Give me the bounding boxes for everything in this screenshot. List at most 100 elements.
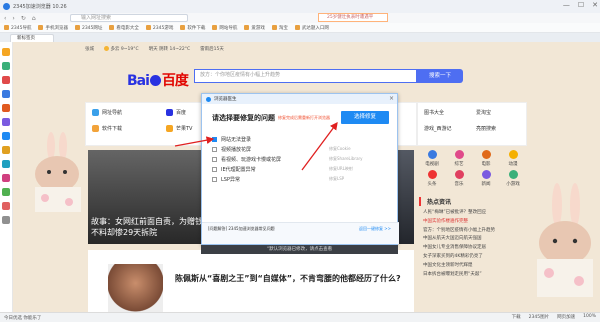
translate-icon[interactable] [2, 160, 10, 168]
refresh-icon[interactable]: ↻ [21, 15, 26, 22]
checkbox-checked[interactable] [212, 136, 217, 142]
status-zoom[interactable]: 100% [583, 314, 596, 320]
bookmark-icon [38, 25, 44, 30]
nav-site-icon [92, 109, 99, 116]
right-nav-item[interactable]: 爱淘宝 [476, 109, 491, 116]
music-icon[interactable] [2, 174, 10, 182]
right-nav-item[interactable]: 图书大全 [424, 109, 444, 116]
status-images[interactable]: 2345图片 [529, 314, 549, 320]
sun-icon [104, 46, 109, 51]
bookmark-item[interactable]: 网站导航 [212, 25, 237, 31]
hot-news-item[interactable]: 女子深家买到的4K精彩仍亮了 [417, 253, 527, 262]
nav-item[interactable]: 芒果TV [166, 125, 192, 132]
repair-detail: 修复ShareLibrary [329, 156, 363, 161]
app-item[interactable]: 综艺 [446, 150, 472, 167]
favorite-icon[interactable] [2, 48, 10, 56]
app-item[interactable]: 小游戏 [500, 170, 526, 187]
baidu-search-input[interactable]: 放方：个你地区疫情有小幅上升趋势 [194, 69, 417, 83]
dialog-title: 浏览器医生 [214, 97, 237, 102]
dialog-footer: [问题解答] 2345加速浏览器常见问题 返回一键修复 >> [202, 222, 399, 244]
weather-city[interactable]: 张城 [85, 46, 94, 52]
status-download[interactable]: 下载 [512, 314, 521, 320]
checkbox[interactable] [212, 176, 217, 182]
repair-detail: 修复LSP [329, 176, 345, 181]
baidu-search-button[interactable]: 搜索一下 [417, 69, 463, 83]
shopping-icon[interactable] [2, 104, 10, 112]
nav-item[interactable]: 软件下载 [92, 125, 122, 132]
nav-baidu-icon [166, 109, 173, 116]
bookmark-item[interactable]: 爱游戏 [244, 25, 265, 31]
address-bar[interactable]: 输入网址搜索 [70, 13, 188, 22]
bookmark-item[interactable]: 2345游戏 [145, 25, 173, 31]
status-bar: 今日优选 你能乐了 下载 2345图片 网页加速 100% [0, 312, 600, 322]
mail-icon[interactable] [2, 90, 10, 98]
repair-option[interactable]: LSP异常 [212, 174, 281, 184]
nav-item[interactable]: 网址导航 [92, 109, 122, 116]
one-click-repair-link[interactable]: 返回一键修复 >> [359, 226, 391, 232]
window-title: 2345加速浏览器 10.26 [13, 4, 67, 10]
forward-icon[interactable]: › [12, 15, 14, 22]
tool-icon[interactable] [2, 188, 10, 196]
repair-option[interactable]: 看视频、玩游戏卡慢或花屏 [212, 154, 281, 164]
app-item[interactable]: 动漫 [500, 150, 526, 167]
app-item[interactable]: 头条 [419, 170, 445, 187]
nav-software-icon [92, 125, 99, 132]
hot-news-item[interactable]: 中国女儿专业消售保障协议定居 [417, 244, 527, 253]
home-icon[interactable]: ⌂ [32, 15, 36, 22]
app-item[interactable]: 电影 [473, 150, 499, 167]
weather-forecast[interactable]: 雷雨后15天 [200, 46, 224, 52]
settings-icon[interactable] [2, 216, 10, 224]
hot-news-item[interactable]: 日本拆台被曝划走民用“夭敲” [417, 271, 527, 280]
app-item[interactable]: 新闻 [473, 170, 499, 187]
minimize-button[interactable]: — [563, 1, 570, 9]
bookmark-item[interactable]: 看电影大全 [109, 25, 139, 31]
faq-link[interactable]: [问题解答] 2345加速浏览器常见问题 [208, 226, 275, 232]
bookmark-item[interactable]: 2345导航 [4, 25, 31, 31]
game-icon[interactable] [2, 62, 10, 70]
bookmark-item[interactable]: 2345网址 [74, 25, 102, 31]
right-nav-item[interactable]: 亮丽搜索 [476, 125, 496, 132]
status-accelerate[interactable]: 网页加速 [557, 314, 575, 320]
repair-option[interactable]: 视频播放花屏 [212, 144, 281, 154]
bookmarks-bar: 2345导航 手机浏览器 2345网址 看电影大全 2345游戏 软件下载 网站… [0, 23, 600, 33]
nav-item[interactable]: 百度 [166, 109, 186, 116]
feed-title[interactable]: 陈佩斯从“喜剧之王”到“自媒体”，不肯弯腰的他都经历了什么? [175, 273, 401, 284]
hot-news-item[interactable]: 中国从航天大国迈向航天强国 [417, 235, 527, 244]
app-item[interactable]: 电视剧 [419, 150, 445, 167]
note-icon[interactable] [2, 146, 10, 154]
default-browser-tip[interactable]: “默认浏览器已修改，请点击查看 [201, 245, 398, 254]
tab-new[interactable]: 新标签页 [10, 34, 54, 42]
close-button[interactable]: ✕ [592, 1, 598, 9]
news-icon[interactable] [2, 202, 10, 210]
select-repair-button[interactable]: 选择修复 [341, 111, 389, 124]
bookmark-item[interactable]: 淘宝 [271, 25, 288, 31]
feed-thumbnail[interactable] [108, 264, 163, 312]
baidu-logo[interactable]: Bai 百度 [127, 70, 189, 90]
app-item[interactable]: 音乐 [446, 170, 472, 187]
bookmark-item[interactable]: 软件下载 [180, 25, 205, 31]
repair-option[interactable]: IE代理配置异常 [212, 164, 281, 174]
hot-news-title: 热点资讯 [419, 197, 527, 206]
browser-search-box[interactable]: 25岁健壮执表时遭遇平 [318, 12, 388, 22]
hot-news-item[interactable]: 中国文化主领新时代辉煌 [417, 262, 527, 271]
headline-icon [427, 170, 437, 179]
left-sidebar [0, 42, 13, 312]
cloud-icon[interactable] [2, 132, 10, 140]
checkbox[interactable] [212, 166, 217, 172]
weibo-icon[interactable] [2, 76, 10, 84]
back-icon[interactable]: ‹ [4, 15, 6, 22]
bookmark-item[interactable]: 手机浏览器 [38, 25, 68, 31]
hot-news-item[interactable]: 官方：个别地区疫情有小幅上升趋势 [417, 227, 527, 236]
repair-option[interactable]: 网站无法登录 [212, 134, 281, 144]
checkbox[interactable] [212, 146, 217, 152]
right-nav-item[interactable]: 游戏_西游记 [424, 125, 452, 132]
maximize-button[interactable]: ☐ [578, 1, 584, 9]
bookmark-icon [109, 25, 115, 30]
dialog-header: 浏览器医生 × [202, 94, 397, 104]
hot-news-item[interactable]: 中国实验作楼遍作完整 [417, 218, 527, 227]
video-icon[interactable] [2, 118, 10, 126]
dialog-close-icon[interactable]: × [389, 95, 394, 102]
bookmark-item[interactable]: 武达题入口网 [294, 25, 329, 31]
hot-news-item[interactable]: 人民“梅琳”已被批评？整改回应 [417, 209, 527, 218]
checkbox[interactable] [212, 156, 217, 162]
